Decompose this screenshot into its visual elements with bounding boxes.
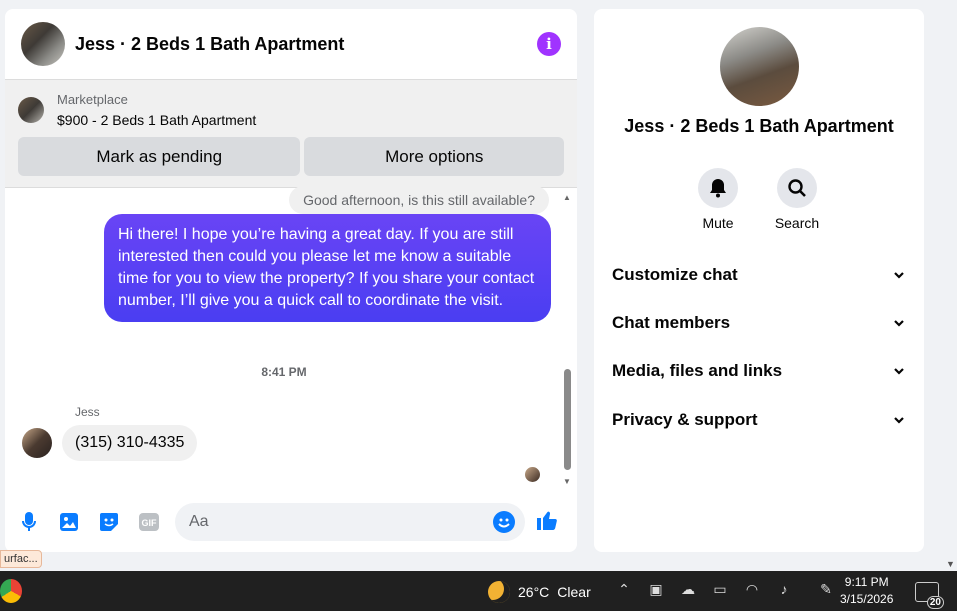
clock-time: 9:11 PM (844, 575, 889, 589)
section-media-files-links[interactable]: Media, files and links (612, 356, 906, 386)
scroll-down-arrow-icon[interactable]: ▼ (563, 477, 571, 486)
search-label: Search (774, 215, 820, 231)
scroll-thumb[interactable] (564, 369, 571, 470)
weather-condition: Clear (557, 584, 591, 600)
chevron-down-icon (894, 320, 904, 327)
notification-count: 20 (926, 596, 944, 609)
taskbar: 26°C Clear ⌃ ▣ ☁ ▭ ◠ ♪ ✎ 9:11 PM 3/15/20… (0, 571, 957, 611)
seen-avatar (525, 467, 540, 482)
image-icon[interactable] (57, 510, 81, 534)
taskbar-tooltip: urfac... (0, 550, 42, 568)
listing-title[interactable]: $900 - 2 Beds 1 Bath Apartment (57, 110, 256, 130)
sticker-icon[interactable] (97, 510, 121, 534)
search-icon[interactable] (777, 168, 817, 208)
microphone-icon[interactable] (17, 510, 41, 534)
scroll-up-arrow-icon[interactable]: ▲ (563, 193, 571, 202)
chevron-down-icon (894, 368, 904, 375)
wifi-icon[interactable]: ◠ (742, 581, 762, 598)
mark-as-pending-button[interactable]: Mark as pending (18, 137, 301, 176)
listing-thumbnail[interactable] (18, 97, 44, 123)
message-input-placeholder: Aa (189, 513, 209, 530)
previous-message: Good afternoon, is this still available? (289, 186, 549, 214)
like-icon[interactable] (535, 508, 559, 537)
volume-icon[interactable]: ♪ (774, 581, 794, 598)
pen-icon[interactable]: ✎ (816, 581, 836, 598)
mute-label: Mute (702, 215, 734, 231)
section-label: Chat members (612, 313, 731, 332)
incoming-message: (315) 310-4335 (62, 425, 198, 461)
section-chat-members[interactable]: Chat members (612, 308, 906, 338)
chevron-up-icon[interactable]: ⌃ (614, 581, 634, 598)
section-customize-chat[interactable]: Customize chat (612, 260, 906, 290)
battery-icon[interactable]: ▭ (710, 581, 730, 598)
sender-avatar[interactable] (22, 428, 52, 458)
scroll-down-arrow-icon[interactable]: ▼ (946, 559, 955, 569)
contact-avatar[interactable] (21, 22, 65, 66)
system-tray: ⌃ ▣ ☁ ▭ ◠ ♪ ✎ (614, 581, 836, 598)
clock-date: 3/15/2026 (840, 592, 894, 606)
section-privacy-support[interactable]: Privacy & support (612, 405, 906, 435)
marketplace-banner: Marketplace $900 - 2 Beds 1 Bath Apartme… (5, 80, 577, 188)
chat-title[interactable]: Jess · 2 Beds 1 Bath Apartment (75, 34, 537, 55)
clock[interactable]: 9:11 PM 3/15/2026 (840, 574, 893, 608)
sender-name: Jess (75, 405, 100, 419)
section-label: Customize chat (612, 265, 738, 284)
section-label: Media, files and links (612, 361, 783, 380)
more-options-button[interactable]: More options (304, 137, 564, 176)
composer: GIF Aa (5, 502, 577, 542)
profile-avatar[interactable] (720, 27, 799, 106)
gif-icon[interactable]: GIF (137, 510, 161, 534)
emoji-icon[interactable] (493, 511, 515, 533)
message-timestamp: 8:41 PM (261, 365, 307, 379)
message-list: Good afternoon, is this still available?… (5, 186, 577, 486)
details-panel: Jess · 2 Beds 1 Bath Apartment Mute Sear… (594, 9, 924, 552)
moon-icon (488, 581, 510, 603)
marketplace-label: Marketplace (57, 92, 128, 107)
chrome-icon[interactable] (0, 579, 22, 603)
chat-header: Jess · 2 Beds 1 Bath Apartment i (5, 9, 577, 80)
details-title: Jess · 2 Beds 1 Bath Apartment (624, 116, 894, 136)
mute-action[interactable]: Mute (688, 168, 748, 231)
weather-widget[interactable]: 26°C Clear (488, 581, 591, 603)
notification-icon[interactable]: 20 (915, 582, 944, 609)
info-icon[interactable]: i (537, 32, 561, 56)
chevron-down-icon (894, 417, 904, 424)
chevron-down-icon (894, 272, 904, 279)
bell-icon[interactable] (698, 168, 738, 208)
outgoing-message: Hi there! I hope you’re having a great d… (104, 214, 551, 322)
search-action[interactable]: Search (767, 168, 827, 231)
message-input[interactable]: Aa (175, 503, 525, 541)
gif-icon-text: GIF (142, 518, 158, 528)
page-scrollbar[interactable]: ▼ (943, 0, 957, 571)
chat-scrollbar[interactable]: ▲ ▼ (563, 189, 571, 486)
meet-icon[interactable]: ▣ (646, 581, 666, 598)
temperature: 26°C (518, 584, 550, 600)
cloud-off-icon[interactable]: ☁ (678, 581, 698, 598)
section-label: Privacy & support (612, 410, 758, 429)
messenger-window: ▼ Jess · 2 Beds 1 Bath Apartment i Marke… (0, 0, 957, 611)
chat-panel: Jess · 2 Beds 1 Bath Apartment i Marketp… (5, 9, 577, 552)
